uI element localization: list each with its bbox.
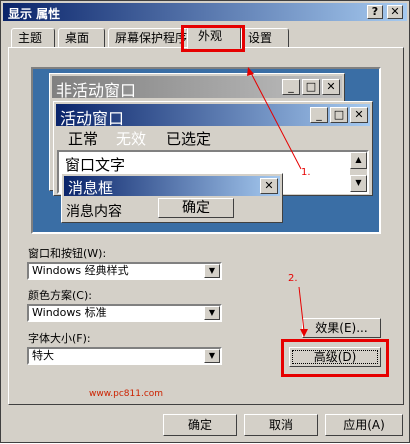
inactive-window-title: 非活动窗口 — [56, 81, 137, 100]
close-icon: ✕ — [350, 107, 368, 123]
chevron-down-icon[interactable]: ▼ — [204, 306, 220, 320]
color-scheme-select[interactable]: Windows 标准 ▼ — [27, 304, 222, 322]
close-icon: ✕ — [322, 79, 340, 95]
help-button[interactable]: ? — [367, 5, 383, 19]
msgbox-text: 消息内容 — [66, 204, 122, 220]
close-button[interactable]: ✕ — [387, 5, 403, 19]
msgbox-ok-button: 确定 — [158, 198, 234, 218]
menu-selected: 已选定 — [166, 130, 212, 148]
appearance-tab-highlight — [181, 25, 245, 52]
chevron-down-icon[interactable]: ▼ — [204, 264, 220, 278]
tab-settings[interactable]: 设置 — [241, 28, 289, 48]
maximize-icon: □ — [330, 107, 348, 123]
fontsize-label: 字体大小(F): — [28, 332, 91, 345]
msgbox-title: 消息框 — [68, 179, 114, 197]
maximize-icon: □ — [302, 79, 320, 95]
display-properties-dialog: 显示 属性 ? ✕ 主题 桌面 屏幕保护程序 外观 设置 非活动窗口 _ □ ✕… — [0, 0, 410, 443]
apply-button[interactable]: 应用(A) — [325, 414, 403, 436]
active-window-title: 活动窗口 — [60, 109, 125, 128]
window-style-select[interactable]: Windows 经典样式 ▼ — [27, 262, 222, 280]
inactive-titlebar: 非活动窗口 _ □ ✕ — [52, 76, 342, 100]
cancel-button[interactable]: 取消 — [244, 414, 318, 436]
annotation-step-2: 2. — [288, 273, 298, 284]
tab-theme[interactable]: 主题 — [11, 28, 55, 48]
window-title: 显示 属性 — [8, 7, 61, 21]
font-size-select[interactable]: 特大 ▼ — [27, 347, 222, 365]
tab-screensaver[interactable]: 屏幕保护程序 — [108, 28, 188, 48]
font-size-value: 特大 — [32, 349, 54, 362]
appearance-preview: 非活动窗口 _ □ ✕ 活动窗口 _ □ ✕ 正常 无效 已选定 窗口文字 ▲ … — [31, 67, 381, 234]
tab-desktop[interactable]: 桌面 — [58, 28, 105, 48]
style-label: 窗口和按钮(W): — [28, 247, 107, 260]
msgbox-titlebar: 消息框 ✕ — [64, 176, 280, 197]
effects-button[interactable]: 效果(E)... — [302, 318, 381, 338]
title-bar: 显示 属性 ? ✕ — [3, 3, 407, 21]
chevron-down-icon[interactable]: ▼ — [204, 349, 220, 363]
minimize-icon: _ — [310, 107, 328, 123]
scroll-down-icon: ▼ — [350, 175, 367, 192]
close-icon: ✕ — [260, 178, 278, 194]
active-titlebar: 活动窗口 _ □ ✕ — [56, 104, 370, 128]
annotation-step-1: 1. — [301, 167, 311, 178]
message-box-preview: 消息框 ✕ 消息内容 确定 — [61, 173, 283, 223]
color-scheme-value: Windows 标准 — [32, 306, 107, 319]
minimize-icon: _ — [282, 79, 300, 95]
scheme-label: 颜色方案(C): — [28, 289, 92, 302]
menu-normal: 正常 — [68, 130, 99, 148]
preview-scrollbar: ▲ ▼ — [350, 152, 367, 192]
menu-disabled: 无效 — [116, 130, 147, 148]
watermark: www.pc811.com — [89, 389, 164, 399]
advanced-button-highlight — [281, 339, 389, 377]
window-text: 窗口文字 — [65, 156, 126, 174]
window-style-value: Windows 经典样式 — [32, 264, 129, 277]
ok-button[interactable]: 确定 — [163, 414, 237, 436]
scroll-up-icon: ▲ — [350, 152, 367, 169]
